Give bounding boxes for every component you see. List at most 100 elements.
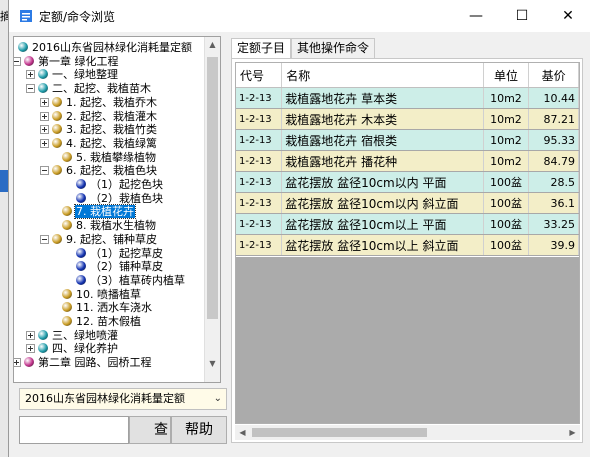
table-header-row: 代号 名称 单位 基价 xyxy=(236,63,579,88)
grid-scroll-thumb[interactable] xyxy=(252,428,427,437)
table-cell: 10m2 xyxy=(483,108,530,130)
collapse-minus-icon[interactable] xyxy=(40,234,49,244)
node-ball-icon xyxy=(62,288,72,299)
scroll-right-arrow-icon[interactable]: ▶ xyxy=(565,425,580,440)
scroll-left-arrow-icon[interactable]: ◀ xyxy=(235,425,250,440)
minimize-button[interactable]: — xyxy=(453,0,499,32)
table-cell: 100盆 xyxy=(483,192,530,214)
node-ball-icon xyxy=(52,110,62,121)
table-cell: 10.44 xyxy=(528,87,579,109)
search-input[interactable] xyxy=(19,416,129,444)
tree-item-label: 一、绿地整理 xyxy=(52,68,118,82)
node-ball-icon xyxy=(38,343,48,354)
table-cell: 1-2-13 xyxy=(236,234,283,256)
table-row[interactable]: 1-2-13 栽植露地花卉 宿根类 10m2 95.33 xyxy=(236,129,579,151)
tree-vertical-scrollbar[interactable]: ▲ ▼ xyxy=(204,37,220,382)
table-row[interactable]: 1-2-13 盆花摆放 盆径10cm以上 平面 100盆 33.25 xyxy=(236,213,579,235)
tree-item-label: （2）栽植色块 xyxy=(90,191,163,205)
tree-item-label: 第二章 园路、园桥工程 xyxy=(38,356,152,370)
tree-item-label: 2016山东省园林绿化消耗量定额 xyxy=(32,41,192,54)
scroll-down-arrow-icon[interactable]: ▼ xyxy=(205,356,220,372)
quota-library-value: 2016山东省园林绿化消耗量定额 xyxy=(25,392,185,405)
table-cell: 10m2 xyxy=(483,129,530,151)
table-row[interactable]: 1-2-13 盆花摆放 盆径10cm以上 斜立面 100盆 39.9 xyxy=(236,234,579,256)
column-header[interactable]: 单位 xyxy=(483,63,530,88)
expand-plus-icon[interactable] xyxy=(40,111,49,121)
background-highlight xyxy=(0,170,8,192)
node-ball-icon xyxy=(76,261,86,272)
table-cell: 盆花摆放 盆径10cm以上 斜立面 xyxy=(281,234,484,256)
chevron-down-icon: ⌄ xyxy=(213,393,222,404)
tree-item-label: （3）植草砖内植草 xyxy=(90,273,185,287)
tree-item-label: 四、绿化养护 xyxy=(52,342,118,356)
expand-plus-icon[interactable] xyxy=(40,125,49,135)
table-cell: 1-2-13 xyxy=(236,150,283,172)
node-ball-icon xyxy=(52,137,62,148)
tree-item-label: 4. 起挖、栽植绿篱 xyxy=(66,136,157,150)
quota-grid[interactable]: 代号 名称 单位 基价 1-2-13 栽植露地花卉 草本类 10m2 10.44 1-2-13… xyxy=(235,62,580,424)
help-button[interactable]: 帮助 xyxy=(171,416,227,444)
expand-plus-icon[interactable] xyxy=(26,344,35,354)
quota-library-select[interactable]: 2016山东省园林绿化消耗量定额 ⌄ xyxy=(19,388,227,410)
tree-item-label: 5. 栽植攀缘植物 xyxy=(76,150,156,164)
tree-item-label: 9. 起挖、铺种草皮 xyxy=(66,232,157,246)
node-ball-icon xyxy=(52,165,62,176)
node-ball-icon xyxy=(76,274,86,285)
expand-plus-icon[interactable] xyxy=(14,358,21,368)
expand-plus-icon[interactable] xyxy=(26,330,35,340)
table-cell: 栽植露地花卉 草本类 xyxy=(281,87,484,109)
node-ball-icon xyxy=(38,83,48,94)
tree-item-label: 12. 苗木假植 xyxy=(76,315,141,328)
node-ball-icon xyxy=(76,179,86,189)
scroll-up-arrow-icon[interactable]: ▲ xyxy=(205,37,220,53)
maximize-icon: ☐ xyxy=(515,8,529,24)
browse-window: 定额/命令浏览 — ☐ ✕ 2016山东省园林绿化消耗量定额 第一章 绿化工程 一、… xyxy=(8,0,590,457)
table-cell: 100盆 xyxy=(483,213,530,235)
table-cell: 84.79 xyxy=(528,150,579,172)
table-cell: 盆花摆放 盆径10cm以上 平面 xyxy=(281,213,484,235)
tree-item-label: 三、绿地喷灌 xyxy=(52,328,118,342)
column-header[interactable]: 基价 xyxy=(528,63,579,88)
tree-item-label: （1）起挖色块 xyxy=(90,178,163,191)
chapter-tree[interactable]: 2016山东省园林绿化消耗量定额 第一章 绿化工程 一、绿地整理 二、起挖、栽植苗木 1… xyxy=(13,36,221,383)
close-button[interactable]: ✕ xyxy=(545,0,590,32)
tab-other-commands[interactable]: 其他操作命令 xyxy=(291,38,376,58)
node-ball-icon xyxy=(18,42,28,52)
table-row[interactable]: 1-2-13 栽植露地花卉 草本类 10m2 10.44 xyxy=(236,87,579,109)
tree-item-label: （2）铺种草皮 xyxy=(90,260,163,274)
table-cell: 盆花摆放 盆径10cm以内 平面 xyxy=(281,171,484,193)
collapse-minus-icon[interactable] xyxy=(14,56,21,66)
search-button[interactable]: 查 xyxy=(129,416,171,444)
node-ball-icon xyxy=(52,233,62,244)
table-row[interactable]: 1-2-13 栽植露地花卉 播花种 10m2 84.79 xyxy=(236,150,579,172)
column-header[interactable]: 名称 xyxy=(281,63,484,88)
column-header[interactable]: 代号 xyxy=(236,63,283,88)
table-cell: 1-2-13 xyxy=(236,213,283,235)
app-icon xyxy=(20,10,32,22)
tab-quota-items[interactable]: 定额子目 xyxy=(231,38,292,59)
collapse-minus-icon[interactable] xyxy=(26,84,35,94)
title-bar[interactable]: 定额/命令浏览 — ☐ ✕ xyxy=(9,0,590,32)
table-cell: 39.9 xyxy=(528,234,579,256)
tree-item-label: 11. 洒水车浇水 xyxy=(76,301,152,315)
expand-plus-icon[interactable] xyxy=(40,138,49,148)
node-ball-icon xyxy=(24,55,34,66)
table-cell: 盆花摆放 盆径10cm以内 斜立面 xyxy=(281,192,484,214)
table-row[interactable]: 1-2-13 栽植露地花卉 木本类 10m2 87.21 xyxy=(236,108,579,130)
table-row[interactable]: 1-2-13 盆花摆放 盆径10cm以内 斜立面 100盆 36.1 xyxy=(236,192,579,214)
table-cell: 1-2-13 xyxy=(236,171,283,193)
grid-horizontal-scrollbar[interactable]: ◀ ▶ xyxy=(235,425,580,440)
node-ball-icon xyxy=(24,357,34,368)
tree-item-label: 第一章 绿化工程 xyxy=(38,54,119,68)
grid-empty-area xyxy=(236,257,579,423)
tree-scroll-thumb[interactable] xyxy=(207,57,218,319)
collapse-minus-icon[interactable] xyxy=(40,166,49,176)
table-row[interactable]: 1-2-13 盆花摆放 盆径10cm以内 平面 100盆 28.5 xyxy=(236,171,579,193)
table-cell: 栽植露地花卉 宿根类 xyxy=(281,129,484,151)
table-cell: 栽植露地花卉 木本类 xyxy=(281,108,484,130)
background-window-fragment: 摘 xyxy=(0,0,11,457)
maximize-button[interactable]: ☐ xyxy=(499,0,545,32)
expand-plus-icon[interactable] xyxy=(40,97,49,107)
expand-plus-icon[interactable] xyxy=(26,70,35,80)
node-ball-icon xyxy=(38,329,48,340)
